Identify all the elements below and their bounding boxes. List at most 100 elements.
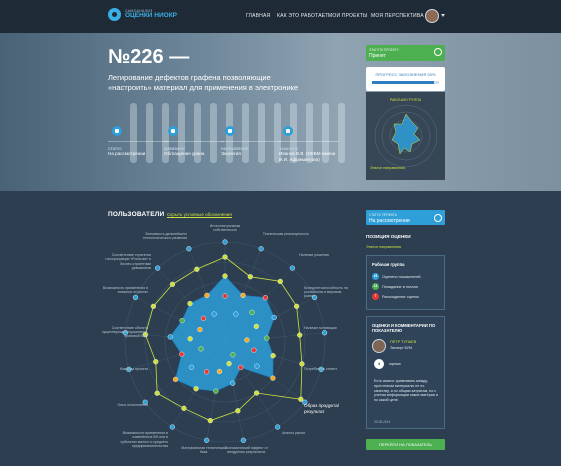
- radar-axis-label[interactable]: Конкурентоспособность на российском и ми…: [304, 286, 352, 299]
- nav-my-perspective[interactable]: МОЯ ПЕРСПЕКТИВА: [371, 13, 424, 19]
- project-title: Легирование дефектов графена позволяющие…: [108, 73, 299, 92]
- radar-axis-label[interactable]: Возможности применения в изменённых ВН и…: [120, 431, 167, 448]
- position-subtitle: Эталон направления: [366, 245, 402, 249]
- radar-point[interactable]: [226, 361, 232, 367]
- axis-end-point[interactable]: [258, 246, 264, 252]
- radar-point[interactable]: [271, 314, 277, 321]
- radar-point[interactable]: [193, 386, 199, 392]
- radar-axis-label[interactable]: Команда проекта: [100, 367, 148, 371]
- radar-point[interactable]: [251, 347, 257, 353]
- radar-axis-label[interactable]: Наличие мотивации: [304, 326, 352, 330]
- radar-axis-label[interactable]: Значимость дальнейшего технологического …: [139, 232, 187, 240]
- radar-axis-label[interactable]: Материальная техническая база: [180, 446, 228, 454]
- radar-axis-label[interactable]: Соответствие стратегии госкорпорации «Ро…: [103, 253, 150, 270]
- radar-point[interactable]: [240, 292, 246, 298]
- reference-point[interactable]: [253, 390, 260, 396]
- reference-point[interactable]: [299, 361, 305, 367]
- progress-card: ПРОГРЕСС ЗАПОЛНЕНИЯ 93%: [366, 67, 445, 91]
- radar-point[interactable]: [204, 292, 210, 298]
- user-icon: [283, 126, 293, 136]
- radar-point[interactable]: [187, 300, 193, 307]
- go-to-indicator-button[interactable]: ПЕРЕЙТИ НА ПОКАЗАТЕЛЬ: [366, 439, 445, 450]
- axis-end-point[interactable]: [240, 437, 246, 443]
- radar-axis-label[interactable]: Образ продукта/ результат: [304, 403, 352, 414]
- radar-point[interactable]: [249, 309, 255, 316]
- radar-axis-label[interactable]: Экономический эффект от внедрения резуль…: [222, 446, 270, 454]
- radar-point[interactable]: [262, 295, 269, 301]
- comment-text: Есть аналог сравнивать между, прототипом…: [374, 379, 438, 403]
- clock-icon: [434, 213, 442, 222]
- reference-point[interactable]: [150, 303, 156, 309]
- radar-point[interactable]: [179, 318, 185, 324]
- radar-axis-label[interactable]: Соответствие объекта существующей нормат…: [100, 326, 148, 339]
- radar-axis-label[interactable]: Потребитель клиент: [304, 367, 352, 371]
- radar-point[interactable]: [238, 364, 244, 371]
- reference-point[interactable]: [181, 405, 187, 411]
- radar-point[interactable]: [197, 326, 203, 333]
- radar-point[interactable]: [167, 334, 173, 340]
- axis-end-point[interactable]: [289, 265, 295, 271]
- radar-point[interactable]: [233, 311, 239, 317]
- axis-end-point[interactable]: [186, 246, 192, 252]
- radar-point[interactable]: [198, 346, 204, 352]
- expert-name[interactable]: ПЕТР ТУПАЕВ: [390, 340, 416, 344]
- hide-legend-link[interactable]: Скрыть условные обозначения: [167, 212, 232, 217]
- radar-point[interactable]: [222, 273, 228, 279]
- reference-point[interactable]: [169, 281, 176, 287]
- reference-point[interactable]: [154, 390, 160, 396]
- reference-point[interactable]: [277, 278, 283, 285]
- radar-point[interactable]: [270, 375, 276, 381]
- radar-point[interactable]: [253, 323, 259, 329]
- radar-point[interactable]: [230, 380, 236, 386]
- reference-point[interactable]: [153, 359, 159, 365]
- logo-icon: [108, 8, 121, 21]
- reference-point[interactable]: [207, 418, 213, 424]
- axis-end-point[interactable]: [132, 294, 139, 301]
- nav-my-projects[interactable]: МОИ ПРОЕКТЫ: [328, 13, 368, 19]
- axis-end-point[interactable]: [222, 239, 228, 245]
- radar-point[interactable]: [188, 364, 195, 370]
- radar-point[interactable]: [213, 388, 219, 394]
- radar-point[interactable]: [244, 337, 250, 343]
- user-avatar[interactable]: [425, 9, 439, 23]
- radar-point[interactable]: [270, 353, 276, 359]
- radar-point[interactable]: [179, 351, 185, 357]
- axis-end-point[interactable]: [169, 424, 175, 430]
- reference-point[interactable]: [297, 332, 303, 338]
- axis-end-point[interactable]: [155, 265, 161, 271]
- radar-point[interactable]: [254, 363, 260, 369]
- reference-point[interactable]: [194, 266, 200, 272]
- nav-home[interactable]: ГЛАВНАЯ: [246, 13, 270, 19]
- radar-axis-label[interactable]: Опыт исполнителя: [100, 403, 148, 407]
- reference-point[interactable]: [247, 274, 253, 280]
- chevron-down-icon[interactable]: [441, 14, 445, 17]
- radar-point[interactable]: [230, 352, 236, 358]
- reference-point[interactable]: [222, 254, 228, 260]
- radar-point[interactable]: [187, 336, 193, 342]
- radar-axis-label[interactable]: Техническая реализуемость: [263, 232, 311, 236]
- top-navigation-bar: САМОАНАЛИЗ ОЦЕНКИ НИОКР ГЛАВНАЯ КАК ЭТО …: [0, 0, 561, 33]
- radar-point[interactable]: [203, 369, 210, 375]
- nav-how-it-works[interactable]: КАК ЭТО РАБОТАЕТ: [277, 13, 329, 19]
- radar-point[interactable]: [216, 368, 223, 375]
- logo[interactable]: САМОАНАЛИЗ ОЦЕНКИ НИОКР: [108, 8, 177, 21]
- radar-point[interactable]: [264, 335, 270, 341]
- reference-point[interactable]: [235, 408, 241, 414]
- radar-axis-label[interactable]: Анализ рынка: [282, 431, 330, 435]
- logo-title: ОЦЕНКИ НИОКР: [125, 12, 178, 19]
- axis-end-point[interactable]: [204, 437, 210, 443]
- axis-end-point[interactable]: [321, 330, 328, 336]
- reference-point[interactable]: [294, 303, 300, 309]
- reference-point[interactable]: [298, 396, 304, 402]
- radar-point[interactable]: [172, 376, 179, 382]
- radar-point[interactable]: [222, 293, 228, 299]
- meta-division: ДИВИЗИОН Облгащение урана: [164, 126, 224, 157]
- radar-axis-label[interactable]: Интеллектуальная собственность: [201, 224, 249, 232]
- axis-end-point[interactable]: [275, 424, 281, 430]
- meta-status: СТАТУС На рассмотрении: [108, 126, 168, 157]
- radar-point[interactable]: [200, 315, 207, 321]
- radar-axis-label[interactable]: Возможность применения в смежных отрасля…: [100, 286, 148, 294]
- radar-axis-label[interactable]: Наличие решения: [299, 253, 347, 257]
- expert-role: Эксперт БУМ: [390, 346, 413, 350]
- radar-point[interactable]: [211, 311, 217, 317]
